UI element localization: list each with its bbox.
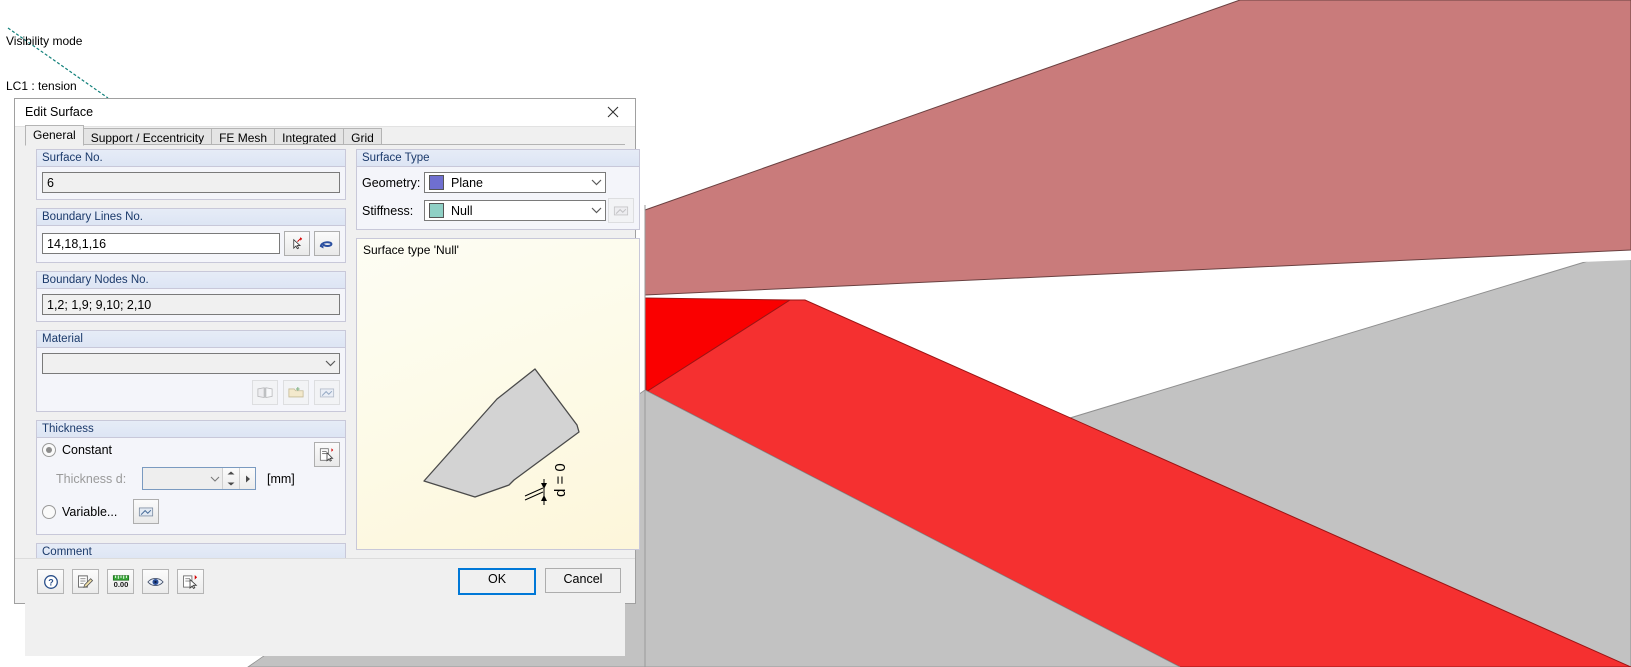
svg-text:0.00: 0.00 [113, 580, 128, 589]
units-icon[interactable]: 0.00 [107, 569, 134, 594]
stiffness-row: Stiffness: Null [362, 198, 634, 223]
thickness-legend: Thickness [37, 421, 345, 438]
pick-lines-glyph [292, 236, 302, 250]
variable-thickness-glyph [139, 507, 154, 517]
material-library-icon[interactable] [252, 380, 278, 405]
import-material-glyph [319, 388, 335, 398]
edit-note-icon[interactable] [72, 569, 99, 594]
spin-up-glyph [227, 471, 235, 475]
geometry-value: Plane [451, 175, 483, 190]
boundary-nodes-input[interactable] [42, 294, 340, 315]
stiffness-combo[interactable]: Null [424, 200, 606, 221]
radio-dot-icon [42, 443, 56, 457]
cancel-button[interactable]: Cancel [545, 568, 621, 593]
new-material-icon[interactable] [283, 380, 309, 405]
chevron-down-glyph [210, 476, 219, 482]
geometry-color-swatch [429, 175, 444, 190]
stiffness-color-swatch [429, 203, 444, 218]
thickness-unit: [mm] [267, 471, 295, 486]
surface-type-legend: Surface Type [357, 150, 639, 167]
stiffness-value: Null [451, 203, 473, 218]
pick-visibility-icon[interactable] [177, 569, 204, 594]
thickness-group: Thickness Constant Thickness d: [mm] Var… [36, 420, 346, 535]
material-legend: Material [37, 331, 345, 348]
edit-thickness-icon[interactable] [314, 442, 340, 467]
surface-no-legend: Surface No. [37, 150, 345, 167]
preview-graphic: d = 0 [423, 368, 580, 505]
preview-caption: Surface type 'Null' [363, 243, 459, 257]
select-chain-icon[interactable] [314, 231, 340, 256]
thickness-d-stepper[interactable] [142, 467, 256, 490]
import-material-icon[interactable] [314, 380, 340, 405]
pick-lines-icon[interactable] [284, 231, 310, 256]
boundary-nodes-legend: Boundary Nodes No. [37, 272, 345, 289]
variable-thickness-icon[interactable] [133, 499, 160, 524]
boundary-lines-legend: Boundary Lines No. [37, 209, 345, 226]
spin-buttons[interactable] [222, 468, 239, 489]
surface-preview: Surface type 'Null' d = 0 [356, 238, 640, 550]
left-column: Surface No. Boundary Lines No. [36, 149, 346, 606]
tab-general[interactable]: General [25, 125, 84, 146]
ok-button[interactable]: OK [458, 568, 536, 595]
material-group: Material [36, 330, 346, 412]
stiffness-settings-icon[interactable] [608, 198, 634, 223]
status-line-loadcase: LC1 : tension [6, 79, 77, 93]
thickness-variable-label: Variable... [62, 504, 118, 519]
chevron-down-icon [322, 354, 339, 373]
geometry-label: Geometry: [362, 175, 421, 190]
surface-type-group: Surface Type Geometry: Plane Stiffness: … [356, 149, 640, 230]
geometry-row: Geometry: Plane [362, 172, 634, 193]
boundary-nodes-group: Boundary Nodes No. [36, 271, 346, 322]
stiffness-label: Stiffness: [362, 203, 414, 218]
spin-down-icon[interactable] [223, 479, 239, 490]
chevron-down-icon [588, 173, 605, 192]
dialog-tabs[interactable]: General Support / Eccentricity FE Mesh I… [25, 125, 382, 147]
pick-visibility-glyph [183, 574, 198, 589]
material-library-glyph [257, 387, 273, 398]
thickness-constant-radio[interactable]: Constant [42, 443, 112, 457]
dialog-titlebar[interactable]: Edit Surface [15, 99, 635, 127]
status-line-visibility: Visibility mode [6, 34, 83, 48]
thickness-variable-radio[interactable]: Variable... [42, 504, 118, 519]
stiffness-settings-glyph [613, 206, 629, 216]
thickness-d-value[interactable] [143, 468, 207, 489]
chevron-right-glyph [245, 475, 250, 482]
surface-no-input[interactable] [42, 172, 340, 193]
help-glyph: ? [43, 574, 58, 589]
chevron-down-glyph [591, 207, 602, 214]
right-column: Surface Type Geometry: Plane Stiffness: … [356, 149, 640, 550]
spin-down-glyph [227, 482, 235, 486]
view-glyph [147, 577, 164, 586]
chevron-down-glyph [591, 179, 602, 186]
geometry-combo[interactable]: Plane [424, 172, 606, 193]
spin-up-icon[interactable] [223, 468, 239, 479]
radio-dot-icon [42, 504, 56, 519]
dialog-footer: ? 0.00 OK Cancel [15, 558, 635, 603]
thickness-d-label: Thickness d: [56, 471, 127, 486]
surface-no-group: Surface No. [36, 149, 346, 200]
close-glyph [607, 106, 619, 118]
chevron-down-glyph [325, 360, 336, 367]
chevron-down-icon[interactable] [207, 468, 222, 489]
chevron-down-icon [588, 201, 605, 220]
thickness-constant-label: Constant [62, 443, 113, 457]
view-icon[interactable] [142, 569, 169, 594]
units-glyph: 0.00 [112, 575, 129, 589]
footer-tool-buttons: ? 0.00 [37, 569, 204, 594]
edit-note-glyph [78, 575, 94, 588]
help-icon[interactable]: ? [37, 569, 64, 594]
select-chain-glyph [319, 240, 333, 248]
boundary-lines-group: Boundary Lines No. [36, 208, 346, 263]
thickness-more-icon[interactable] [239, 468, 255, 489]
material-combo[interactable] [42, 353, 340, 374]
boundary-lines-input[interactable] [42, 233, 280, 254]
close-icon[interactable] [591, 99, 635, 125]
preview-dimension-label: d = 0 [552, 463, 569, 497]
svg-text:?: ? [48, 577, 54, 587]
edit-surface-dialog[interactable]: Edit Surface General Support / Eccentric… [14, 98, 640, 656]
edit-thickness-glyph [319, 448, 334, 462]
dialog-title: Edit Surface [25, 105, 94, 119]
new-material-glyph [288, 387, 304, 398]
footer-action-buttons: OK Cancel [458, 568, 621, 595]
